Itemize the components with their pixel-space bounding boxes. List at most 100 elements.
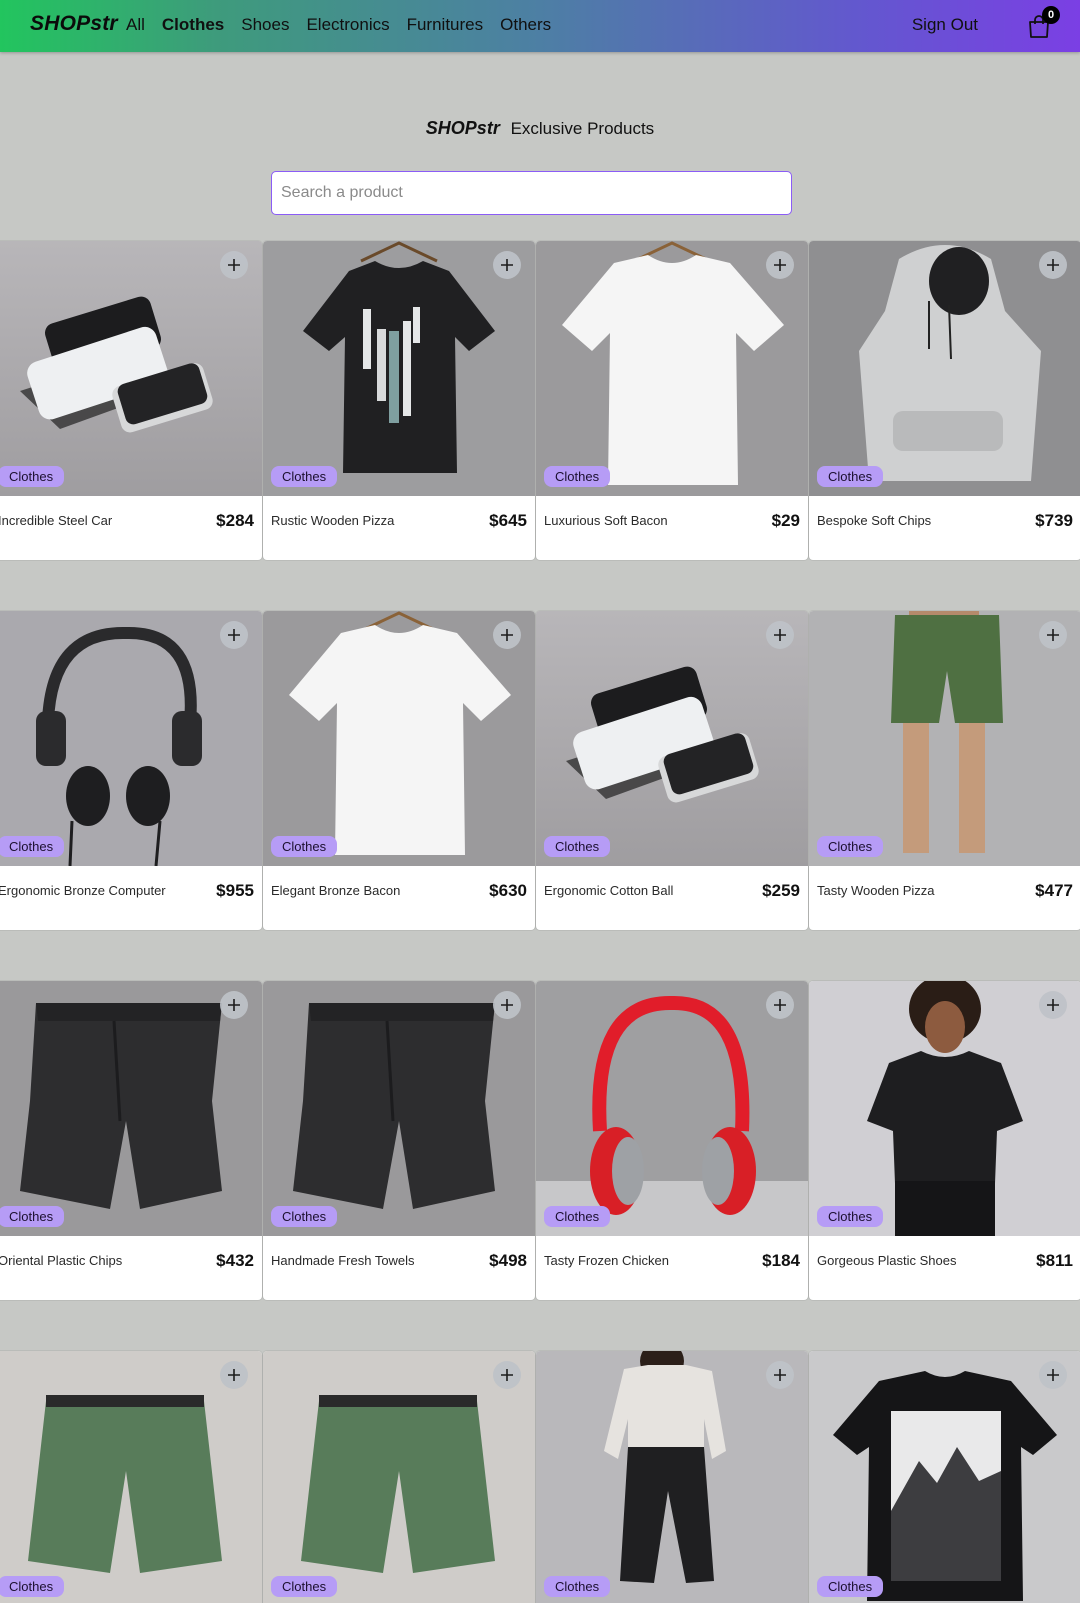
category-badge: Clothes	[817, 1576, 884, 1597]
product-price: $477	[1035, 881, 1073, 900]
product-card[interactable]: Clothes	[809, 1351, 1080, 1603]
product-card[interactable]: Clothes Elegant Bronze Bacon $630	[263, 611, 535, 930]
nav-link-all[interactable]: All	[126, 15, 145, 35]
product-image[interactable]	[0, 611, 262, 866]
product-name[interactable]: Bespoke Soft Chips	[817, 513, 931, 528]
brand-logo[interactable]: SHOPstr	[30, 12, 118, 36]
product-card[interactable]: Clothes	[263, 1351, 535, 1603]
product-price: $432	[216, 1251, 254, 1270]
category-badge: Clothes	[817, 1206, 884, 1227]
category-badge: Clothes	[544, 1576, 611, 1597]
plus-icon	[501, 629, 513, 641]
product-name[interactable]: Ergonomic Bronze Computer	[0, 883, 166, 898]
product-name[interactable]: Ergonomic Cotton Ball	[544, 883, 673, 898]
plus-icon	[228, 1369, 240, 1381]
product-image[interactable]	[263, 1351, 535, 1603]
add-to-cart-button[interactable]	[493, 621, 521, 649]
product-price: $498	[489, 1251, 527, 1270]
product-name[interactable]: Elegant Bronze Bacon	[271, 883, 400, 898]
category-badge: Clothes	[544, 1206, 611, 1227]
product-image[interactable]	[536, 981, 808, 1236]
plus-icon	[1047, 999, 1059, 1011]
product-image[interactable]	[809, 1351, 1080, 1603]
product-card[interactable]: Clothes Tasty Frozen Chicken $184	[536, 981, 808, 1300]
product-image[interactable]	[0, 1351, 262, 1603]
product-price: $184	[762, 1251, 800, 1270]
nav-links: All Clothes Shoes Electronics Furnitures…	[126, 15, 568, 35]
category-badge: Clothes	[0, 466, 65, 487]
page-heading: SHOPstr Exclusive Products	[0, 118, 1080, 139]
add-to-cart-button[interactable]	[1039, 251, 1067, 279]
product-name[interactable]: Rustic Wooden Pizza	[271, 513, 394, 528]
product-image[interactable]	[536, 241, 808, 496]
plus-icon	[228, 259, 240, 271]
add-to-cart-button[interactable]	[220, 991, 248, 1019]
product-image[interactable]	[536, 1351, 808, 1603]
add-to-cart-button[interactable]	[766, 621, 794, 649]
product-card[interactable]: Clothes Luxurious Soft Bacon $29	[536, 241, 808, 560]
add-to-cart-button[interactable]	[493, 251, 521, 279]
product-name[interactable]: Luxurious Soft Bacon	[544, 513, 668, 528]
nav-link-others[interactable]: Others	[500, 15, 551, 35]
plus-icon	[228, 629, 240, 641]
nav-link-furnitures[interactable]: Furnitures	[407, 15, 484, 35]
cart-count-badge: 0	[1042, 6, 1060, 24]
add-to-cart-button[interactable]	[766, 251, 794, 279]
nav-link-electronics[interactable]: Electronics	[306, 15, 389, 35]
add-to-cart-button[interactable]	[220, 621, 248, 649]
product-image[interactable]	[809, 981, 1080, 1236]
product-price: $739	[1035, 511, 1073, 530]
plus-icon	[1047, 629, 1059, 641]
product-card[interactable]: Clothes Incredible Steel Car $284	[0, 241, 262, 560]
product-image[interactable]	[809, 611, 1080, 866]
product-image[interactable]	[0, 241, 262, 496]
navbar: SHOPstr All Clothes Shoes Electronics Fu…	[0, 0, 1080, 52]
product-name[interactable]: Handmade Fresh Towels	[271, 1253, 415, 1268]
product-image[interactable]	[263, 611, 535, 866]
product-price: $811	[1036, 1251, 1073, 1270]
category-badge: Clothes	[0, 836, 65, 857]
product-name[interactable]: Incredible Steel Car	[0, 513, 112, 528]
product-price: $284	[216, 511, 254, 530]
plus-icon	[501, 999, 513, 1011]
plus-icon	[228, 999, 240, 1011]
search-input[interactable]	[271, 171, 792, 215]
product-card[interactable]: Clothes Gorgeous Plastic Shoes $811	[809, 981, 1080, 1300]
add-to-cart-button[interactable]	[766, 991, 794, 1019]
product-card[interactable]: Clothes Handmade Fresh Towels $498	[263, 981, 535, 1300]
sign-out-link[interactable]: Sign Out	[912, 15, 978, 35]
product-card[interactable]: Clothes Tasty Wooden Pizza $477	[809, 611, 1080, 930]
product-price: $259	[762, 881, 800, 900]
product-image[interactable]	[263, 981, 535, 1236]
add-to-cart-button[interactable]	[220, 251, 248, 279]
heading-subtitle: Exclusive Products	[510, 119, 655, 138]
product-image[interactable]	[536, 611, 808, 866]
product-name[interactable]: Oriental Plastic Chips	[0, 1253, 122, 1268]
product-image[interactable]	[263, 241, 535, 496]
product-card[interactable]: Clothes Oriental Plastic Chips $432	[0, 981, 262, 1300]
product-card[interactable]: Clothes Ergonomic Bronze Computer $955	[0, 611, 262, 930]
nav-link-clothes[interactable]: Clothes	[162, 15, 224, 35]
product-name[interactable]: Tasty Wooden Pizza	[817, 883, 935, 898]
plus-icon	[774, 999, 786, 1011]
product-card[interactable]: Clothes Ergonomic Cotton Ball $259	[536, 611, 808, 930]
nav-link-shoes[interactable]: Shoes	[241, 15, 289, 35]
product-card[interactable]: Clothes	[536, 1351, 808, 1603]
add-to-cart-button[interactable]	[1039, 621, 1067, 649]
add-to-cart-button[interactable]	[493, 991, 521, 1019]
plus-icon	[501, 1369, 513, 1381]
product-price: $955	[216, 881, 254, 900]
category-badge: Clothes	[271, 1576, 338, 1597]
add-to-cart-button[interactable]	[493, 1361, 521, 1389]
product-name[interactable]: Gorgeous Plastic Shoes	[817, 1253, 956, 1268]
product-card[interactable]: Clothes	[0, 1351, 262, 1603]
product-image[interactable]	[809, 241, 1080, 496]
product-card[interactable]: Clothes Bespoke Soft Chips $739	[809, 241, 1080, 560]
product-name[interactable]: Tasty Frozen Chicken	[544, 1253, 669, 1268]
add-to-cart-button[interactable]	[1039, 991, 1067, 1019]
add-to-cart-button[interactable]	[1039, 1361, 1067, 1389]
add-to-cart-button[interactable]	[220, 1361, 248, 1389]
add-to-cart-button[interactable]	[766, 1361, 794, 1389]
product-card[interactable]: Clothes Rustic Wooden Pizza $645	[263, 241, 535, 560]
product-image[interactable]	[0, 981, 262, 1236]
